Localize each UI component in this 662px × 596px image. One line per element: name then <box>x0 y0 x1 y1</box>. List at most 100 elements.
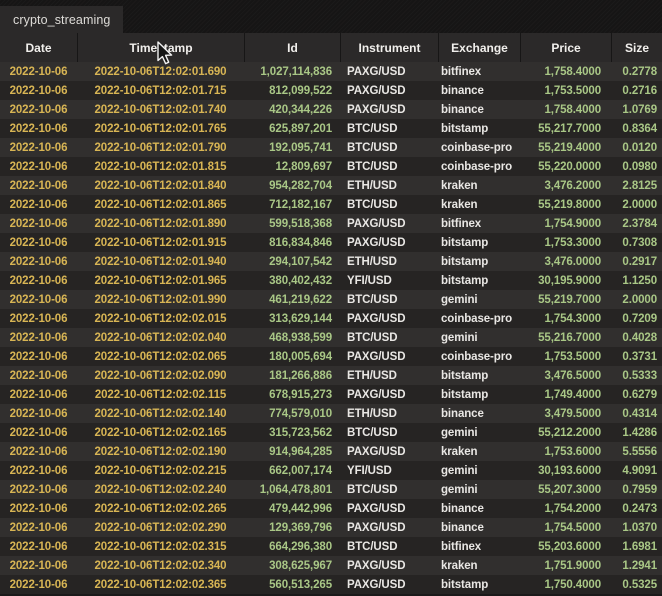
cell-date: 2022-10-06 <box>0 233 77 252</box>
cell-id: 1,027,114,836 <box>244 62 340 81</box>
cell-exchange: gemini <box>438 328 520 347</box>
cell-price: 1,753.3000 <box>520 233 611 252</box>
cell-id: 664,296,380 <box>244 537 340 556</box>
cell-timestamp: 2022-10-06T12:02:02.240 <box>77 480 244 499</box>
table-row[interactable]: 2022-10-062022-10-06T12:02:01.740420,344… <box>0 100 662 119</box>
table-row[interactable]: 2022-10-062022-10-06T12:02:01.915816,834… <box>0 233 662 252</box>
column-header-timestamp[interactable]: Timestamp <box>77 33 244 62</box>
cell-date: 2022-10-06 <box>0 518 77 537</box>
table-row[interactable]: 2022-10-062022-10-06T12:02:02.115678,915… <box>0 385 662 404</box>
cell-date: 2022-10-06 <box>0 157 77 176</box>
cell-price: 30,195.9000 <box>520 271 611 290</box>
cell-size: 0.3731 <box>611 347 662 366</box>
table-row[interactable]: 2022-10-062022-10-06T12:02:02.2401,064,4… <box>0 480 662 499</box>
cell-exchange: binance <box>438 518 520 537</box>
column-header-size[interactable]: Size <box>611 33 662 62</box>
cell-id: 315,723,562 <box>244 423 340 442</box>
cell-instrument: BTC/USD <box>340 119 438 138</box>
cell-exchange: binance <box>438 499 520 518</box>
cell-date: 2022-10-06 <box>0 423 77 442</box>
cell-id: 625,897,201 <box>244 119 340 138</box>
cell-date: 2022-10-06 <box>0 176 77 195</box>
table-row[interactable]: 2022-10-062022-10-06T12:02:02.340308,625… <box>0 556 662 575</box>
table-row[interactable]: 2022-10-062022-10-06T12:02:02.190914,964… <box>0 442 662 461</box>
cell-date: 2022-10-06 <box>0 214 77 233</box>
table-row[interactable]: 2022-10-062022-10-06T12:02:02.140774,579… <box>0 404 662 423</box>
column-header-instrument[interactable]: Instrument <box>340 33 438 62</box>
cell-price: 55,212.2000 <box>520 423 611 442</box>
cell-id: 308,625,967 <box>244 556 340 575</box>
cell-size: 4.9091 <box>611 461 662 480</box>
cell-instrument: PAXG/USD <box>340 81 438 100</box>
cell-price: 1,758.4000 <box>520 62 611 81</box>
cell-date: 2022-10-06 <box>0 366 77 385</box>
cell-instrument: PAXG/USD <box>340 214 438 233</box>
cell-instrument: PAXG/USD <box>340 556 438 575</box>
cell-id: 954,282,704 <box>244 176 340 195</box>
column-header-id[interactable]: Id <box>244 33 340 62</box>
table-row[interactable]: 2022-10-062022-10-06T12:02:02.065180,005… <box>0 347 662 366</box>
cell-size: 5.5556 <box>611 442 662 461</box>
cell-size: 0.4028 <box>611 328 662 347</box>
cell-id: 192,095,741 <box>244 138 340 157</box>
table-row[interactable]: 2022-10-062022-10-06T12:02:01.790192,095… <box>0 138 662 157</box>
column-header-date[interactable]: Date <box>0 33 77 62</box>
cell-exchange: kraken <box>438 442 520 461</box>
table-row[interactable]: 2022-10-062022-10-06T12:02:01.81512,809,… <box>0 157 662 176</box>
cell-timestamp: 2022-10-06T12:02:02.090 <box>77 366 244 385</box>
cell-size: 0.5325 <box>611 575 662 594</box>
cell-date: 2022-10-06 <box>0 537 77 556</box>
cell-instrument: PAXG/USD <box>340 575 438 594</box>
table-row[interactable]: 2022-10-062022-10-06T12:02:01.990461,219… <box>0 290 662 309</box>
cell-date: 2022-10-06 <box>0 556 77 575</box>
table-row[interactable]: 2022-10-062022-10-06T12:02:01.940294,107… <box>0 252 662 271</box>
cell-exchange: bitstamp <box>438 252 520 271</box>
cell-price: 3,479.5000 <box>520 404 611 423</box>
cell-exchange: gemini <box>438 480 520 499</box>
cell-id: 812,099,522 <box>244 81 340 100</box>
table-row[interactable]: 2022-10-062022-10-06T12:02:01.765625,897… <box>0 119 662 138</box>
tab-crypto-streaming[interactable]: crypto_streaming <box>0 6 123 33</box>
cell-exchange: coinbase-pro <box>438 347 520 366</box>
table-row[interactable]: 2022-10-062022-10-06T12:02:01.865712,182… <box>0 195 662 214</box>
column-header-price[interactable]: Price <box>520 33 611 62</box>
cell-date: 2022-10-06 <box>0 404 77 423</box>
table-row[interactable]: 2022-10-062022-10-06T12:02:02.365560,513… <box>0 575 662 594</box>
cell-instrument: ETH/USD <box>340 252 438 271</box>
table-row[interactable]: 2022-10-062022-10-06T12:02:01.715812,099… <box>0 81 662 100</box>
cell-price: 55,217.7000 <box>520 119 611 138</box>
table-row[interactable]: 2022-10-062022-10-06T12:02:02.215662,007… <box>0 461 662 480</box>
cell-size: 0.2778 <box>611 62 662 81</box>
table-row[interactable]: 2022-10-062022-10-06T12:02:02.165315,723… <box>0 423 662 442</box>
cell-id: 313,629,144 <box>244 309 340 328</box>
table-row[interactable]: 2022-10-062022-10-06T12:02:02.265479,442… <box>0 499 662 518</box>
table-row[interactable]: 2022-10-062022-10-06T12:02:01.965380,402… <box>0 271 662 290</box>
table-row[interactable]: 2022-10-062022-10-06T12:02:01.6901,027,1… <box>0 62 662 81</box>
table-row[interactable]: 2022-10-062022-10-06T12:02:02.090181,266… <box>0 366 662 385</box>
cell-size: 0.7959 <box>611 480 662 499</box>
table-row[interactable]: 2022-10-062022-10-06T12:02:02.015313,629… <box>0 309 662 328</box>
cell-size: 1.2941 <box>611 556 662 575</box>
crypto-streaming-window: crypto_streaming Date Timestamp Id Instr… <box>0 0 662 596</box>
table-row[interactable]: 2022-10-062022-10-06T12:02:01.890599,518… <box>0 214 662 233</box>
cell-timestamp: 2022-10-06T12:02:01.865 <box>77 195 244 214</box>
cell-timestamp: 2022-10-06T12:02:01.990 <box>77 290 244 309</box>
cell-id: 12,809,697 <box>244 157 340 176</box>
cell-id: 129,369,796 <box>244 518 340 537</box>
cell-exchange: bitstamp <box>438 119 520 138</box>
cell-size: 0.2716 <box>611 81 662 100</box>
cell-timestamp: 2022-10-06T12:02:01.790 <box>77 138 244 157</box>
cell-price: 55,219.4000 <box>520 138 611 157</box>
table-row[interactable]: 2022-10-062022-10-06T12:02:02.315664,296… <box>0 537 662 556</box>
column-header-exchange[interactable]: Exchange <box>438 33 520 62</box>
table-row[interactable]: 2022-10-062022-10-06T12:02:02.040468,938… <box>0 328 662 347</box>
cell-exchange: binance <box>438 81 520 100</box>
table-row[interactable]: 2022-10-062022-10-06T12:02:01.840954,282… <box>0 176 662 195</box>
cell-price: 1,751.9000 <box>520 556 611 575</box>
cell-timestamp: 2022-10-06T12:02:01.940 <box>77 252 244 271</box>
cell-timestamp: 2022-10-06T12:02:01.965 <box>77 271 244 290</box>
cell-date: 2022-10-06 <box>0 119 77 138</box>
table-row[interactable]: 2022-10-062022-10-06T12:02:02.290129,369… <box>0 518 662 537</box>
cell-size: 0.7209 <box>611 309 662 328</box>
cell-timestamp: 2022-10-06T12:02:02.365 <box>77 575 244 594</box>
